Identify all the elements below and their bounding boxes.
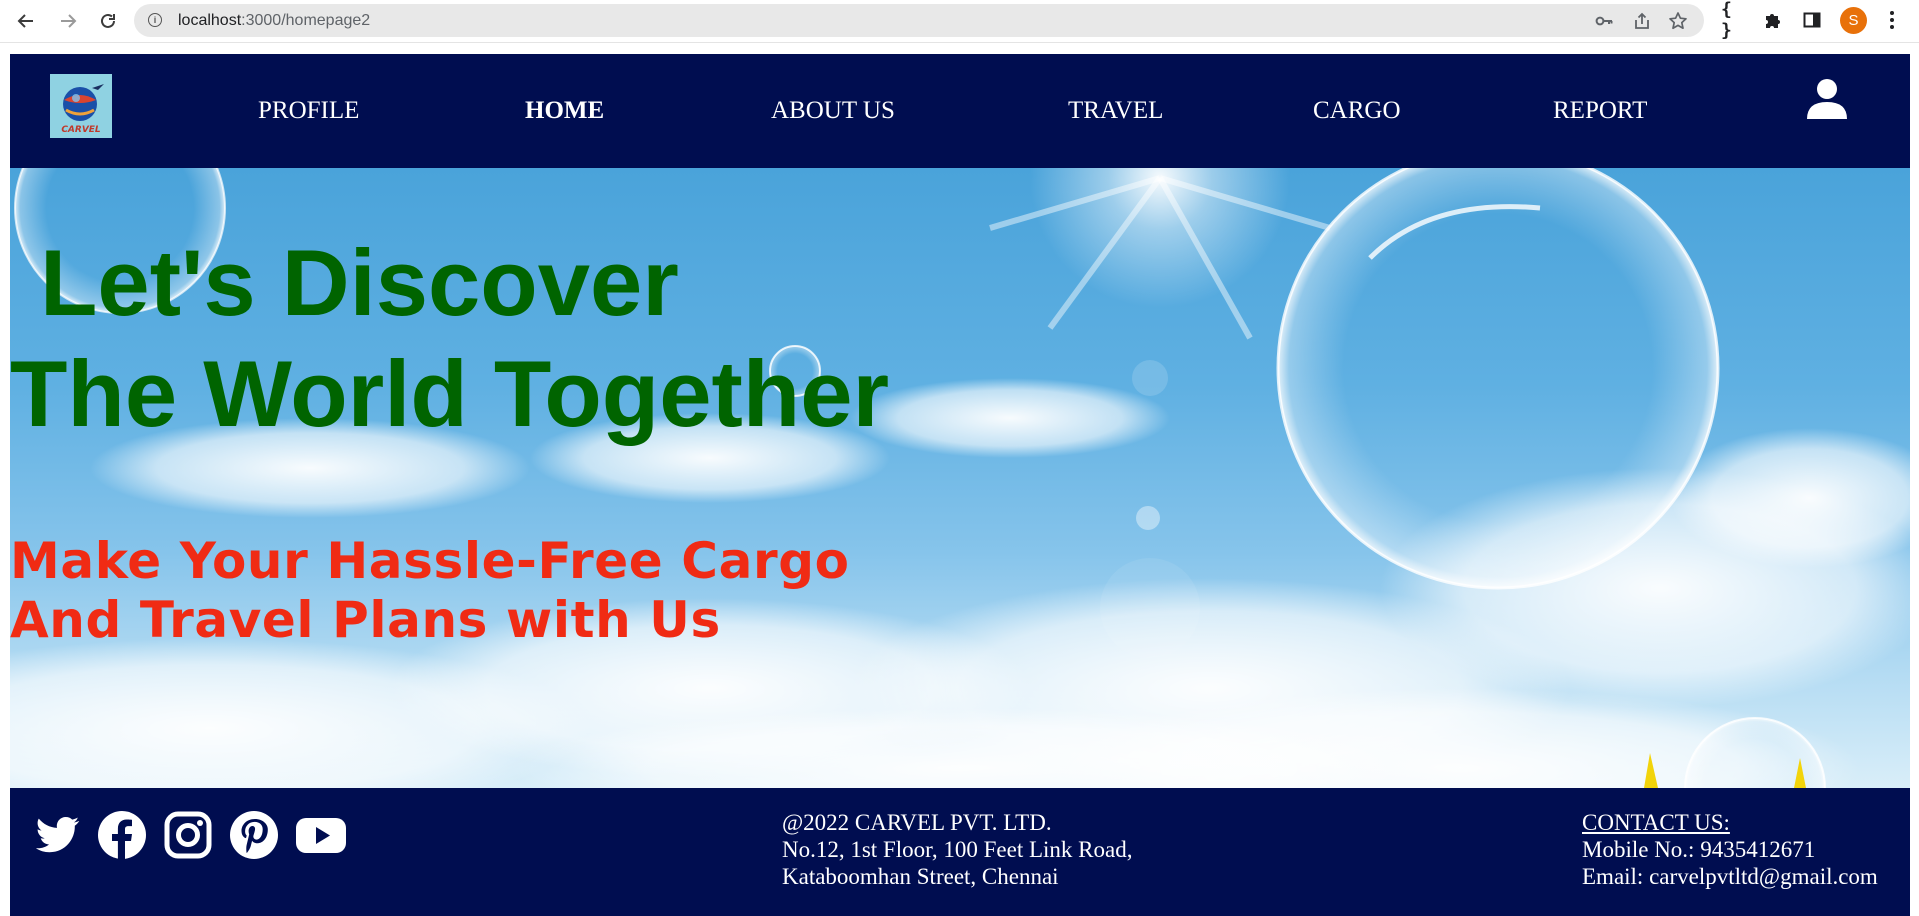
hero-tagline: Make Your Hassle-Free Cargo And Travel P… xyxy=(10,532,850,649)
tagline-line-1: Make Your Hassle-Free Cargo xyxy=(10,532,850,590)
browser-menu-icon[interactable] xyxy=(1880,8,1904,32)
copyright-text: @2022 CARVEL PVT. LTD. xyxy=(782,810,1052,835)
nav-home[interactable]: HOME xyxy=(525,98,604,123)
extensions-puzzle-icon[interactable] xyxy=(1761,8,1785,32)
contact-email[interactable]: Email: carvelpvtltd@gmail.com xyxy=(1582,863,1878,890)
contact-mobile: Mobile No.: 9435412671 xyxy=(1582,837,1816,862)
side-panel-icon[interactable] xyxy=(1800,8,1824,32)
url-text[interactable]: localhost:3000/homepage2 xyxy=(178,12,370,30)
reload-icon[interactable] xyxy=(94,7,122,35)
url-path: :3000/homepage2 xyxy=(241,12,371,29)
url-host: localhost xyxy=(178,12,242,29)
company-info: @2022 CARVEL PVT. LTD. No.12, 1st Floor,… xyxy=(782,809,1132,890)
nav-travel[interactable]: TRAVEL xyxy=(1068,98,1163,123)
forward-icon[interactable] xyxy=(54,7,82,35)
address-line-1: No.12, 1st Floor, 100 Feet Link Road, xyxy=(782,837,1133,862)
headline-line-1: Let's Discover xyxy=(40,230,679,335)
pinterest-icon[interactable] xyxy=(229,810,279,860)
site-info-icon[interactable]: i xyxy=(148,13,162,27)
twitter-icon[interactable] xyxy=(32,810,82,860)
site-footer: @2022 CARVEL PVT. LTD. No.12, 1st Floor,… xyxy=(10,788,1910,916)
youtube-icon[interactable] xyxy=(295,810,347,860)
address-bar[interactable]: i localhost:3000/homepage2 xyxy=(134,4,1704,37)
globe-plane-logo-icon: CARVEL xyxy=(61,84,104,135)
nav-about-us[interactable]: ABOUT US xyxy=(771,98,895,123)
carvel-logo[interactable]: CARVEL xyxy=(50,74,112,138)
user-account-icon[interactable] xyxy=(1805,78,1849,125)
address-line-2: Kataboomhan Street, Chennai xyxy=(782,864,1059,889)
share-icon[interactable] xyxy=(1632,11,1652,31)
hero-banner: Let's Discover The World Together Make Y… xyxy=(10,168,1910,788)
back-icon[interactable] xyxy=(12,7,40,35)
svg-text:CARVEL: CARVEL xyxy=(61,125,101,135)
hero-headline: Let's Discover The World Together xyxy=(10,228,889,450)
facebook-icon[interactable] xyxy=(97,810,147,860)
devtools-braces-icon[interactable]: { } xyxy=(1721,0,1745,41)
browser-profile-avatar[interactable]: S xyxy=(1840,7,1867,34)
key-icon[interactable] xyxy=(1594,11,1614,31)
site-header: CARVEL PROFILE HOME ABOUT US TRAVEL CARG… xyxy=(10,54,1910,168)
contact-heading: CONTACT US: xyxy=(1582,810,1730,835)
browser-toolbar: i localhost:3000/homepage2 { } S xyxy=(0,0,1919,43)
contact-info: CONTACT US: Mobile No.: 9435412671 Email… xyxy=(1582,809,1878,890)
instagram-icon[interactable] xyxy=(163,810,213,860)
nav-profile[interactable]: PROFILE xyxy=(258,98,359,123)
tagline-line-2: And Travel Plans with Us xyxy=(10,590,721,649)
bookmark-star-icon[interactable] xyxy=(1668,11,1688,31)
nav-report[interactable]: REPORT xyxy=(1553,98,1647,123)
nav-cargo[interactable]: CARGO xyxy=(1313,98,1401,123)
headline-line-2: The World Together xyxy=(10,340,890,446)
